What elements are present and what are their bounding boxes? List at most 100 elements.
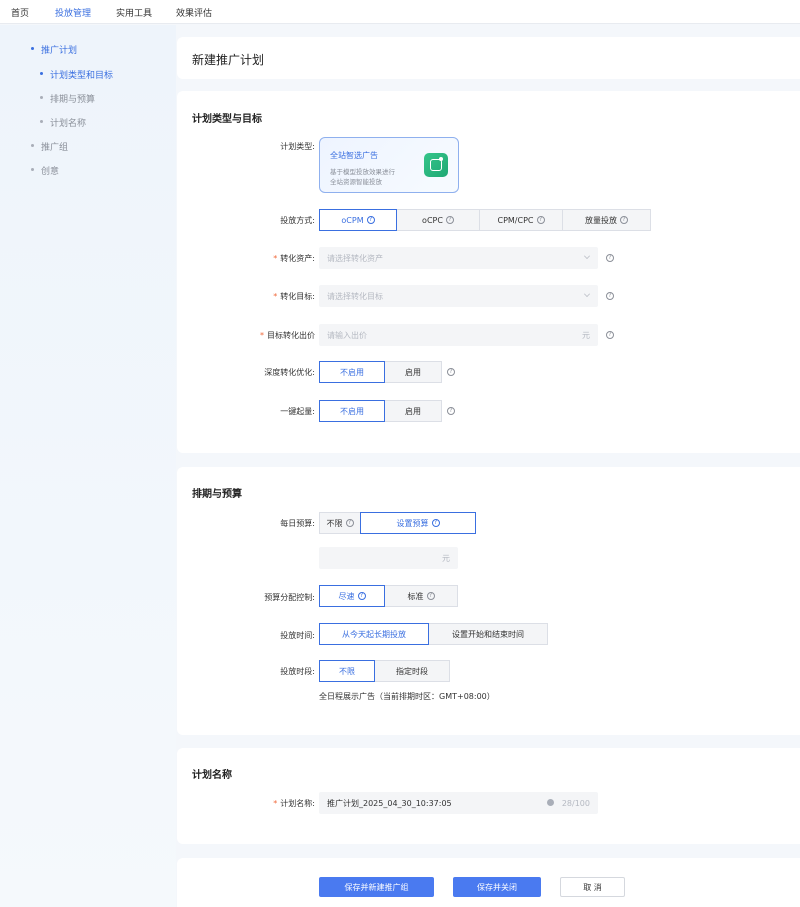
time-option-range[interactable]: 设置开始和结束时间 (428, 623, 548, 645)
chevron-down-icon (584, 291, 590, 297)
asset-placeholder: 请选择转化资产 (327, 253, 383, 263)
boost-option-off[interactable]: 不启用 (319, 400, 385, 422)
section-title: 计划类型与目标 (192, 114, 262, 125)
bid-label-text: 目标转化出价 (267, 331, 315, 340)
section-schedule-budget: 排期与预算 每日预算: 不限? 设置预算? 元 预算分配控制: 尽速? 标准? … (177, 467, 800, 735)
slot-option-specified[interactable]: 指定时段 (374, 660, 450, 682)
bid-input[interactable]: 请输入出价 元 (319, 324, 598, 346)
help-icon[interactable]: ? (345, 519, 354, 527)
save-and-new-group-button[interactable]: 保存并新建推广组 (319, 877, 434, 897)
option-label: 放量投放 (585, 215, 617, 225)
option-label: 设置预算 (396, 518, 429, 528)
plan-name-value: 推广计划_2025_04_30_10:37:05 (327, 798, 452, 808)
budget-unit: 元 (442, 553, 450, 563)
time-option-long-term[interactable]: 从今天起长期投放 (319, 623, 429, 645)
option-label: oCPM (341, 215, 364, 225)
help-icon[interactable]: ? (606, 254, 614, 262)
bid-placeholder: 请输入出价 (327, 330, 367, 340)
sidebar-item-creative[interactable]: 创意 (31, 164, 59, 177)
help-icon[interactable]: ? (447, 368, 455, 376)
help-icon[interactable]: ? (366, 216, 375, 224)
bullet-icon (40, 72, 43, 75)
plan-type-label: 计划类型: (280, 142, 315, 151)
daily-option-unlimited[interactable]: 不限? (319, 512, 361, 534)
bullet-icon (40, 120, 43, 123)
sidebar-item-plan[interactable]: 推广计划 (31, 43, 78, 56)
option-label: 标准 (407, 591, 424, 601)
clear-icon[interactable] (547, 799, 554, 806)
sidebar-item-schedule-budget[interactable]: 排期与预算 (40, 92, 95, 105)
smart-ad-icon (424, 153, 448, 177)
bullet-icon (31, 47, 34, 50)
plan-type-card[interactable]: 全站智选广告 基于模型投放效果进行 全站资源智能投放 (319, 137, 459, 193)
option-label: 尽速 (338, 591, 355, 601)
delivery-method-segment: oCPM? oCPC? CPM/CPC? 放量投放? (319, 209, 651, 231)
time-label: 投放时间: (280, 631, 315, 640)
goal-select[interactable]: 请选择转化目标 (319, 285, 598, 307)
help-icon[interactable]: ? (357, 592, 366, 600)
help-icon[interactable]: ? (447, 407, 455, 415)
pacing-option-standard[interactable]: 标准? (384, 585, 458, 607)
cancel-button[interactable]: 取 消 (560, 877, 625, 897)
asset-label-text: 转化资产: (280, 254, 315, 263)
sidebar-item-label: 计划类型和目标 (50, 71, 114, 81)
help-icon[interactable]: ? (606, 331, 614, 339)
help-icon[interactable]: ? (426, 592, 435, 600)
boost-label: 一键起量: (280, 407, 315, 416)
sidebar-item-label: 推广计划 (41, 46, 78, 56)
help-icon[interactable]: ? (445, 216, 454, 224)
slot-label: 投放时段: (280, 667, 315, 676)
pacing-segment: 尽速? 标准? (319, 585, 458, 607)
nav-tools[interactable]: 实用工具 (116, 6, 152, 19)
goal-label: * 转化目标: (273, 292, 315, 301)
plan-name-input[interactable]: 推广计划_2025_04_30_10:37:05 28/100 (319, 792, 598, 814)
delivery-option-ocpm[interactable]: oCPM? (319, 209, 397, 231)
section-title: 排期与预算 (192, 489, 242, 500)
plan-name-label-text: 计划名称: (280, 799, 315, 808)
nav-effect-evaluation[interactable]: 效果评估 (176, 6, 212, 19)
delivery-label: 投放方式: (280, 216, 315, 225)
help-icon[interactable]: ? (431, 519, 440, 527)
sidebar-item-plan-name[interactable]: 计划名称 (40, 116, 87, 129)
plan-type-desc-line: 基于模型投放效果进行 (330, 168, 395, 176)
page-title: 新建推广计划 (192, 53, 265, 67)
asset-select[interactable]: 请选择转化资产 (319, 247, 598, 269)
bullet-icon (31, 144, 34, 147)
option-label: 不限 (326, 518, 343, 528)
plan-type-desc: 基于模型投放效果进行 全站资源智能投放 (330, 167, 420, 187)
option-label: oCPC (422, 215, 443, 225)
time-slot-segment: 不限 指定时段 (319, 660, 450, 682)
help-icon[interactable]: ? (606, 292, 614, 300)
help-icon[interactable]: ? (620, 216, 628, 224)
goal-placeholder: 请选择转化目标 (327, 291, 383, 301)
pacing-option-fast[interactable]: 尽速? (319, 585, 385, 607)
chevron-down-icon (584, 253, 590, 259)
delivery-option-ocpc[interactable]: oCPC? (396, 209, 480, 231)
bullet-icon (40, 96, 43, 99)
delivery-option-cpm-cpc[interactable]: CPM/CPC? (479, 209, 563, 231)
section-type-goal: 计划类型与目标 计划类型: 全站智选广告 基于模型投放效果进行 全站资源智能投放… (177, 91, 800, 453)
slot-option-unlimited[interactable]: 不限 (319, 660, 375, 682)
pacing-label: 预算分配控制: (264, 593, 315, 602)
sidebar-item-group[interactable]: 推广组 (31, 140, 68, 153)
deep-option-off[interactable]: 不启用 (319, 361, 385, 383)
help-icon[interactable]: ? (536, 216, 545, 224)
boost-segment: 不启用 启用 (319, 400, 442, 422)
save-and-close-button[interactable]: 保存并关闭 (453, 877, 541, 897)
delivery-option-volume[interactable]: 放量投放? (562, 209, 651, 231)
section-title: 计划名称 (192, 770, 232, 781)
nav-delivery-management[interactable]: 投放管理 (55, 6, 91, 19)
budget-amount-input[interactable]: 元 (319, 547, 458, 569)
nav-home[interactable]: 首页 (11, 6, 29, 19)
deep-optimization-segment: 不启用 启用 (319, 361, 442, 383)
boost-option-on[interactable]: 启用 (384, 400, 442, 422)
daily-budget-label: 每日预算: (280, 519, 315, 528)
sidebar-item-label: 计划名称 (50, 119, 87, 129)
sidebar-item-type-goal[interactable]: 计划类型和目标 (40, 68, 114, 81)
daily-option-set[interactable]: 设置预算? (360, 512, 476, 534)
sidebar: 推广计划 计划类型和目标 排期与预算 计划名称 推广组 创意 (0, 25, 176, 907)
deep-option-on[interactable]: 启用 (384, 361, 442, 383)
daily-budget-segment: 不限? 设置预算? (319, 512, 476, 534)
plan-name-label: * 计划名称: (273, 799, 315, 808)
asset-label: * 转化资产: (273, 254, 315, 263)
